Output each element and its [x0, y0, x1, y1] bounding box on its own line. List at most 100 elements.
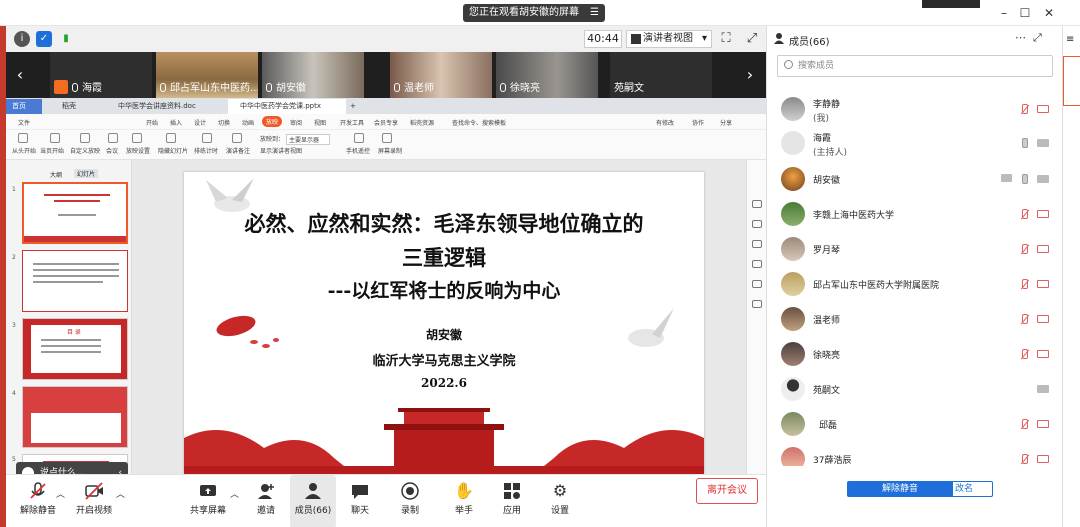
- view-mode-dropdown[interactable]: 演讲者视图 ▾: [626, 30, 712, 48]
- menu-insert[interactable]: 插入: [170, 118, 182, 127]
- fullscreen-icon[interactable]: ⤢: [744, 31, 760, 47]
- member-row[interactable]: 李静静 (我): [781, 94, 1055, 126]
- camera-off-icon[interactable]: [1037, 210, 1049, 218]
- camera-off-icon[interactable]: [1037, 280, 1049, 288]
- menu-modified[interactable]: 有修改: [656, 118, 674, 127]
- tool-icon[interactable]: [752, 200, 762, 208]
- mic-muted-icon[interactable]: [1019, 244, 1029, 256]
- camera-off-icon[interactable]: [1037, 105, 1049, 113]
- menu-collab[interactable]: 协作: [692, 118, 704, 127]
- chevron-up-icon[interactable]: ︿: [116, 487, 125, 500]
- menu-file[interactable]: 文件: [18, 118, 30, 127]
- menu-review[interactable]: 审阅: [290, 118, 302, 127]
- member-row[interactable]: 罗月琴: [781, 234, 1055, 266]
- signal-icon[interactable]: ▮: [58, 31, 74, 47]
- mic-muted-icon[interactable]: [1019, 454, 1029, 466]
- member-search-input[interactable]: 搜索成员: [777, 55, 1053, 77]
- ribbon-monitor-select[interactable]: 主要显示器: [286, 134, 331, 145]
- ribbon-record[interactable]: 屏幕录制: [378, 146, 402, 155]
- raise-hand-button[interactable]: ✋ 举手: [444, 475, 484, 527]
- menu-icon[interactable]: ≡: [1066, 34, 1074, 45]
- ribbon-custom[interactable]: 自定义放映: [70, 146, 100, 155]
- member-row[interactable]: 海霞 (主持人): [781, 128, 1055, 160]
- slide-thumbnail[interactable]: [22, 386, 128, 448]
- menu-slideshow[interactable]: 放映: [262, 116, 283, 127]
- ribbon-presenter-view[interactable]: 显示演讲者视图: [260, 146, 302, 155]
- meeting-icon[interactable]: [108, 133, 118, 143]
- camera-off-icon[interactable]: [1037, 350, 1049, 358]
- tool-icon[interactable]: [752, 220, 762, 228]
- camera-icon[interactable]: [1037, 175, 1049, 183]
- menu-view[interactable]: 视图: [314, 118, 326, 127]
- tool-icon[interactable]: [752, 260, 762, 268]
- video-tile[interactable]: 海霞: [50, 52, 152, 98]
- tool-icon[interactable]: [752, 300, 762, 308]
- share-screen-button[interactable]: 共享屏幕: [186, 475, 230, 527]
- member-row[interactable]: 邱占军山东中医药大学附属医院: [781, 269, 1055, 301]
- mic-muted-icon[interactable]: [1019, 349, 1029, 361]
- viewing-screen-indicator[interactable]: 您正在观看胡安徽的屏幕 ☰: [463, 4, 605, 22]
- chat-button[interactable]: 聊天: [340, 475, 380, 527]
- camera-icon[interactable]: [1037, 385, 1049, 393]
- menu-share[interactable]: 分享: [720, 118, 732, 127]
- side-tab[interactable]: [1063, 56, 1080, 106]
- minimize-icon[interactable]: –: [995, 4, 1013, 22]
- start-video-button[interactable]: 开启视频: [68, 475, 120, 527]
- record-button[interactable]: 录制: [390, 475, 430, 527]
- unmute-button[interactable]: 解除静音: [12, 475, 64, 527]
- tool-icon[interactable]: [752, 240, 762, 248]
- menu-animation[interactable]: 动画: [242, 118, 254, 127]
- invite-button[interactable]: 邀请: [246, 475, 286, 527]
- chevron-up-icon[interactable]: ︿: [230, 487, 239, 500]
- video-tile[interactable]: 胡安徽: [262, 52, 364, 98]
- maximize-icon[interactable]: ☐: [1016, 4, 1034, 22]
- rename-button[interactable]: 改名: [935, 481, 993, 497]
- ribbon-from-start[interactable]: 从头开始: [12, 146, 36, 155]
- tab-daoke[interactable]: 稻壳: [50, 99, 76, 114]
- show-settings-icon[interactable]: [132, 133, 142, 143]
- member-row[interactable]: 温老师: [781, 304, 1055, 336]
- camera-off-icon[interactable]: [1037, 315, 1049, 323]
- mic-icon[interactable]: [1019, 138, 1029, 150]
- slide[interactable]: 必然、应然和实然：毛泽东领导地位确立的 三重逻辑 ---以红军将士的反响为中心 …: [184, 172, 704, 474]
- video-tile[interactable]: 徐晓亮: [496, 52, 598, 98]
- mic-icon[interactable]: [1019, 174, 1029, 186]
- member-row[interactable]: 徐晓亮: [781, 339, 1055, 371]
- shield-icon[interactable]: ✓: [36, 31, 52, 47]
- hide-slide-icon[interactable]: [166, 133, 176, 143]
- tab-doc[interactable]: 中华医学会讲座资料.doc: [106, 99, 216, 114]
- menu-transition[interactable]: 切换: [218, 118, 230, 127]
- camera-off-icon[interactable]: [1037, 455, 1049, 463]
- play-from-start-icon[interactable]: [18, 133, 28, 143]
- screen-record-icon[interactable]: [382, 133, 392, 143]
- panel-tab-outline[interactable]: 大纲: [50, 170, 62, 179]
- menu-dev-tools[interactable]: 开发工具: [340, 118, 364, 127]
- mic-muted-icon[interactable]: [1019, 419, 1029, 431]
- tab-home[interactable]: 首页: [6, 99, 42, 114]
- camera-off-icon[interactable]: [1037, 245, 1049, 253]
- tab-pptx[interactable]: 中华中医药学会党课.pptx: [228, 99, 346, 114]
- tool-icon[interactable]: [752, 280, 762, 288]
- menu-design[interactable]: 设计: [194, 118, 206, 127]
- panel-tab-slides[interactable]: 幻灯片: [74, 169, 99, 178]
- mic-muted-icon[interactable]: [1019, 104, 1029, 116]
- member-row[interactable]: 37薛浩辰: [781, 444, 1055, 466]
- ribbon-hide[interactable]: 隐藏幻灯片: [158, 146, 188, 155]
- ribbon-current[interactable]: 当页开始: [40, 146, 64, 155]
- play-current-icon[interactable]: [50, 133, 60, 143]
- slide-thumbnail[interactable]: [22, 182, 128, 244]
- strip-prev-icon[interactable]: ‹: [12, 62, 28, 88]
- leave-meeting-button[interactable]: 离开会议: [696, 478, 758, 504]
- ribbon-rehearse[interactable]: 排练计时: [194, 146, 218, 155]
- ribbon-notes[interactable]: 演讲备注: [226, 146, 250, 155]
- camera-icon[interactable]: [1037, 139, 1049, 147]
- new-tab-icon[interactable]: +: [348, 99, 356, 114]
- speaker-notes-icon[interactable]: [232, 133, 242, 143]
- menu-start[interactable]: 开始: [146, 118, 158, 127]
- close-icon[interactable]: ✕: [1040, 4, 1058, 22]
- settings-button[interactable]: ⚙ 设置: [540, 475, 580, 527]
- rehearse-icon[interactable]: [202, 133, 212, 143]
- member-row[interactable]: 胡安徽: [781, 164, 1055, 196]
- info-icon[interactable]: i: [14, 31, 30, 47]
- menu-search[interactable]: 查找命令、搜索模板: [452, 118, 506, 127]
